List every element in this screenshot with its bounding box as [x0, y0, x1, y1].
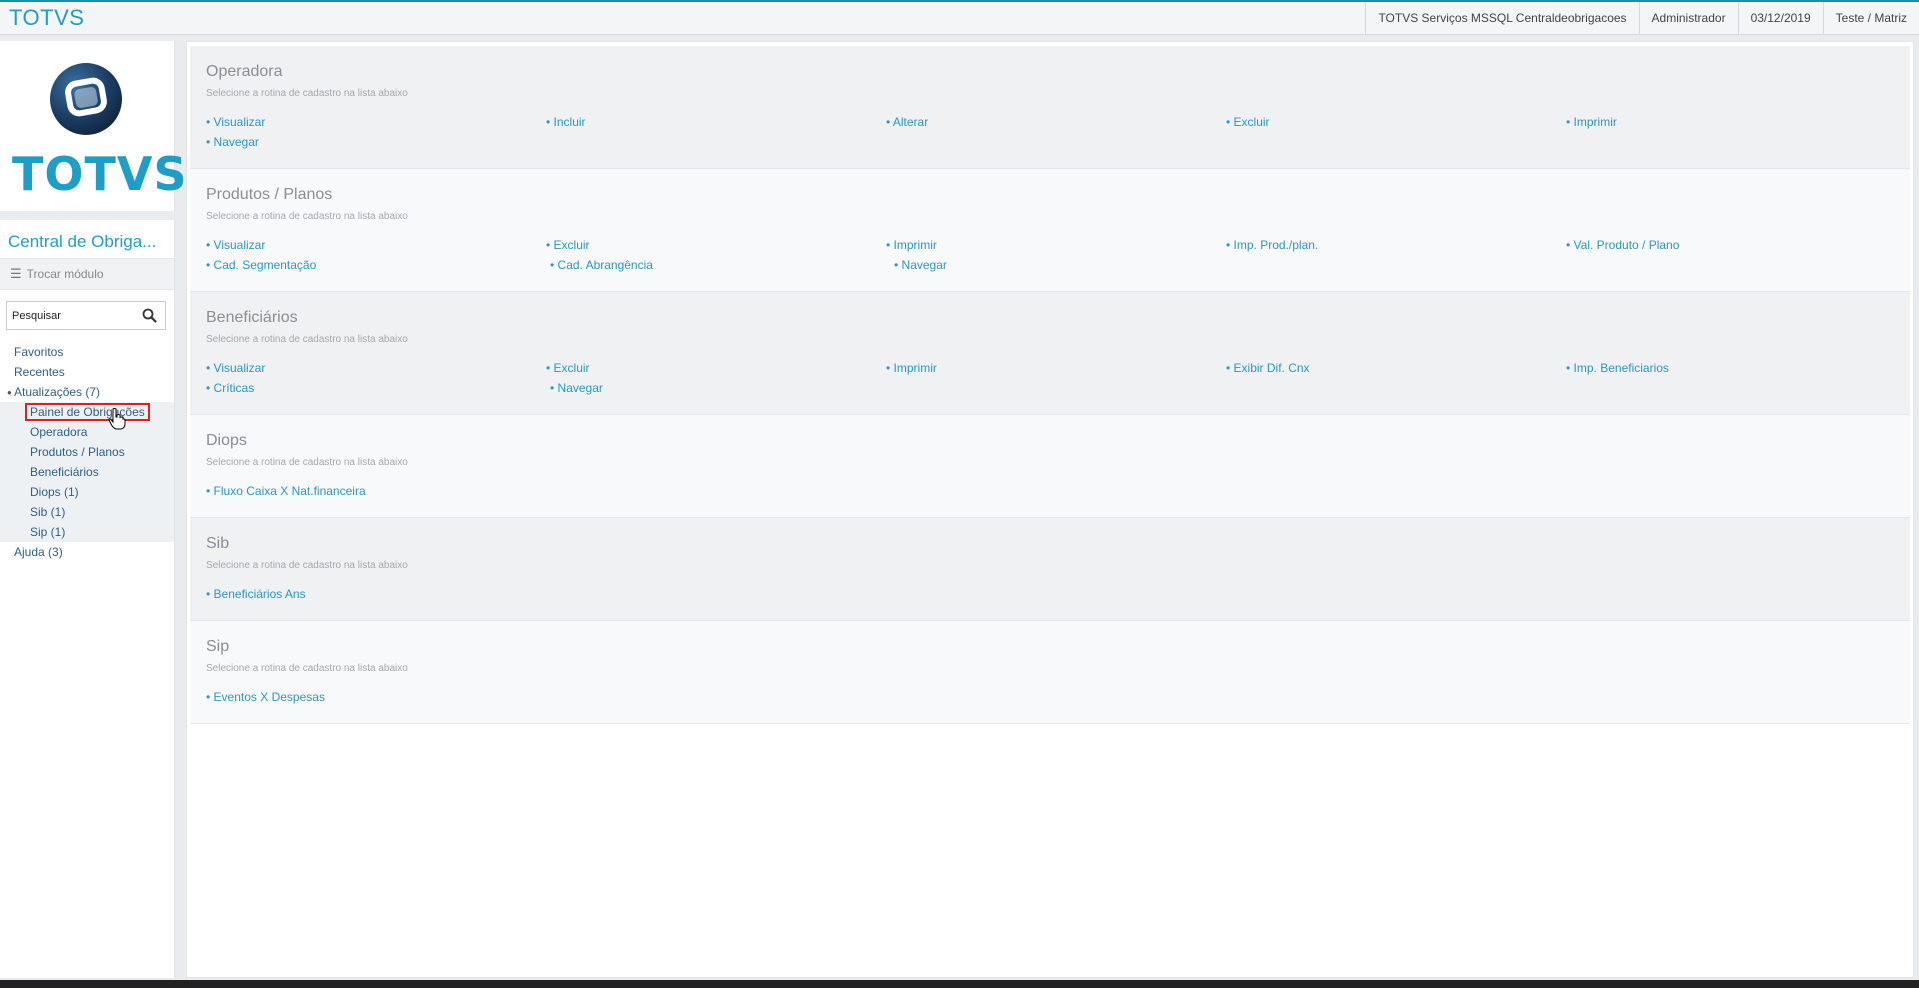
link-excluir[interactable]: Excluir: [546, 361, 886, 375]
section-subtitle: Selecione a rotina de cadastro na lista …: [206, 88, 408, 99]
top-bar: TOTVS TOTVS Serviços MSSQL Centraldeobri…: [0, 0, 1919, 35]
sidebar-item-operadora[interactable]: Operadora: [0, 422, 174, 442]
hand-cursor-icon: [108, 408, 126, 430]
search-input[interactable]: [7, 309, 137, 322]
section-subtitle: Selecione a rotina de cadastro na lista …: [206, 334, 408, 345]
section-diops: Diops Selecione a rotina de cadastro na …: [190, 415, 1910, 518]
section-sib: Sib Selecione a rotina de cadastro na li…: [190, 518, 1910, 621]
section-title: Diops: [206, 432, 247, 449]
menu-icon: ☰: [10, 266, 22, 281]
top-bar-info: TOTVS Serviços MSSQL Centraldeobrigacoes…: [1365, 2, 1919, 34]
sidebar-item-sip[interactable]: Sip (1): [0, 522, 174, 542]
link-navegar[interactable]: Navegar: [550, 381, 894, 395]
environment-info[interactable]: TOTVS Serviços MSSQL Centraldeobrigacoes: [1365, 2, 1638, 34]
section-title: Beneficiários: [206, 309, 298, 326]
switch-module-label: Trocar módulo: [26, 267, 104, 281]
section-links: Visualizar Incluir Alterar Excluir Impri…: [206, 112, 1906, 152]
section-links: Visualizar Excluir Imprimir Exibir Dif. …: [206, 358, 1906, 398]
link-visualizar[interactable]: Visualizar: [206, 361, 546, 375]
date-info[interactable]: 03/12/2019: [1737, 2, 1823, 34]
link-imprimir[interactable]: Imprimir: [1566, 115, 1906, 129]
link-visualizar[interactable]: Visualizar: [206, 238, 546, 252]
section-operadora: Operadora Selecione a rotina de cadastro…: [190, 46, 1910, 169]
sidebar-item-painel-obrigacoes[interactable]: Painel de Obrigações: [0, 402, 174, 422]
totvs-logo-icon: [50, 63, 122, 135]
section-sip: Sip Selecione a rotina de cadastro na li…: [190, 621, 1910, 724]
link-excluir[interactable]: Excluir: [1226, 115, 1566, 129]
section-subtitle: Selecione a rotina de cadastro na lista …: [206, 211, 408, 222]
link-visualizar[interactable]: Visualizar: [206, 115, 546, 129]
section-subtitle: Selecione a rotina de cadastro na lista …: [206, 560, 408, 571]
expanded-icon: ●: [7, 387, 12, 397]
section-links: Beneficiários Ans: [206, 584, 1906, 604]
switch-module-button[interactable]: ☰ Trocar módulo: [0, 258, 174, 290]
section-links: Eventos X Despesas: [206, 687, 1906, 707]
section-title: Operadora: [206, 63, 283, 80]
search-box: [6, 301, 166, 330]
link-incluir[interactable]: Incluir: [546, 115, 886, 129]
sidebar-item-atualizacoes[interactable]: ● Atualizações (7): [0, 382, 174, 402]
link-navegar[interactable]: Navegar: [894, 258, 1238, 272]
link-cad-abrangencia[interactable]: Cad. Abrangência: [550, 258, 894, 272]
user-info[interactable]: Administrador: [1638, 2, 1738, 34]
sidebar-item-beneficiarios[interactable]: Beneficiários: [0, 462, 174, 482]
link-eventos-despesas[interactable]: Eventos X Despesas: [206, 690, 550, 704]
bottom-edge: [0, 980, 1919, 988]
sidebar: Central de Obriga... ☰ Trocar módulo Fav…: [0, 220, 175, 978]
search-icon[interactable]: [142, 308, 157, 323]
link-imprimir[interactable]: Imprimir: [886, 238, 1226, 252]
section-title: Produtos / Planos: [206, 186, 333, 203]
sidebar-item-ajuda[interactable]: Ajuda (3): [0, 542, 174, 562]
logo-panel: TOTVS: [0, 41, 188, 211]
link-imp-prod-plan[interactable]: Imp. Prod./plan.: [1226, 238, 1566, 252]
section-title: Sib: [206, 535, 230, 552]
link-alterar[interactable]: Alterar: [886, 115, 1226, 129]
section-title: Sip: [206, 638, 230, 655]
sidebar-item-favoritos[interactable]: Favoritos: [0, 342, 174, 362]
sidebar-item-sib[interactable]: Sib (1): [0, 502, 174, 522]
link-imp-beneficiarios[interactable]: Imp. Beneficiarios: [1566, 361, 1906, 375]
link-exibir-dif-cnx[interactable]: Exibir Dif. Cnx: [1226, 361, 1566, 375]
section-beneficiarios: Beneficiários Selecione a rotina de cada…: [190, 292, 1910, 415]
section-links: Fluxo Caixa X Nat.financeira: [206, 481, 1906, 501]
link-navegar[interactable]: Navegar: [206, 135, 550, 149]
section-links: Visualizar Excluir Imprimir Imp. Prod./p…: [206, 235, 1906, 275]
module-title: Central de Obriga...: [8, 232, 157, 251]
link-cad-segmentacao[interactable]: Cad. Segmentação: [206, 258, 550, 272]
section-produtos-planos: Produtos / Planos Selecione a rotina de …: [190, 169, 1910, 292]
section-subtitle: Selecione a rotina de cadastro na lista …: [206, 663, 408, 674]
sidebar-item-recentes[interactable]: Recentes: [0, 362, 174, 382]
totvs-logo-text: TOTVS: [12, 147, 188, 201]
sidebar-item-produtos-planos[interactable]: Produtos / Planos: [0, 442, 174, 462]
sidebar-item-diops[interactable]: Diops (1): [0, 482, 174, 502]
link-val-produto-plano[interactable]: Val. Produto / Plano: [1566, 238, 1906, 252]
link-fluxo-caixa[interactable]: Fluxo Caixa X Nat.financeira: [206, 484, 550, 498]
main-content: Operadora Selecione a rotina de cadastro…: [186, 41, 1914, 978]
link-beneficiarios-ans[interactable]: Beneficiários Ans: [206, 587, 550, 601]
section-subtitle: Selecione a rotina de cadastro na lista …: [206, 457, 408, 468]
company-info[interactable]: Teste / Matriz: [1822, 2, 1919, 34]
link-criticas[interactable]: Críticas: [206, 381, 550, 395]
brand-title: TOTVS: [9, 5, 85, 30]
link-excluir[interactable]: Excluir: [546, 238, 886, 252]
link-imprimir[interactable]: Imprimir: [886, 361, 1226, 375]
sidebar-menu: Favoritos Recentes ● Atualizações (7) Pai…: [0, 342, 174, 562]
